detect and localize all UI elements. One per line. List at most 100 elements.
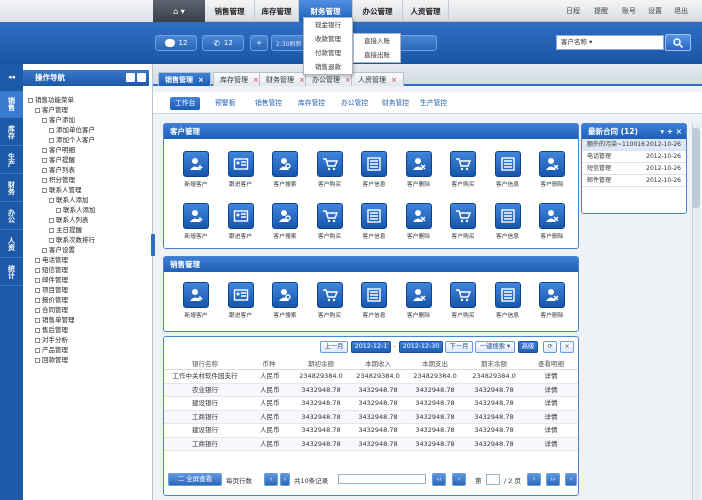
top-link[interactable]: 日程	[566, 0, 580, 22]
module-shortcut[interactable]: 客户信息	[486, 151, 530, 188]
column-header[interactable]: 银行名称	[164, 358, 246, 369]
subtab[interactable]: 办公管控	[341, 97, 368, 110]
topnav-item[interactable]: 库存管理	[255, 0, 299, 22]
rows-per-page-next[interactable]: ›	[280, 473, 290, 486]
rail-item[interactable]: 库存	[0, 119, 23, 146]
module-shortcut[interactable]: 客户信息	[352, 282, 396, 319]
module-shortcut[interactable]: 客户信息	[352, 151, 396, 188]
expand-icon[interactable]	[35, 307, 40, 313]
subtab[interactable]: 工作台	[170, 97, 201, 110]
module-shortcut[interactable]: 跟进客户	[219, 203, 263, 240]
tree-item[interactable]: 项目管理	[28, 285, 150, 295]
topnav-item[interactable]: 办公管理	[353, 0, 403, 22]
top-link[interactable]: 账号	[622, 0, 636, 22]
module-shortcut[interactable]: 客户信息	[352, 203, 396, 240]
column-header[interactable]: 本期收入	[350, 358, 406, 369]
tree-item[interactable]: 客户列表	[28, 165, 150, 175]
tree-item[interactable]: 联系人添加	[28, 205, 150, 215]
tree-item[interactable]: 售后管理	[28, 325, 150, 335]
tab-close-icon[interactable]: ×	[391, 76, 397, 84]
top-link[interactable]: 设置	[648, 0, 662, 22]
rail-item[interactable]: 财务	[0, 175, 23, 202]
end-date-input[interactable]: 2012-12-30	[399, 341, 443, 353]
tree-item[interactable]: 联系人管理	[28, 185, 150, 195]
tree-item[interactable]: 邮件管理	[28, 275, 150, 285]
dropdown-item[interactable]: 收款管理	[304, 32, 352, 46]
next-page-button[interactable]: ›	[527, 473, 541, 486]
sidebar-collapse-handle[interactable]	[151, 234, 155, 256]
rail-item[interactable]: 人资	[0, 231, 23, 258]
tab-close-icon[interactable]: ×	[253, 76, 259, 84]
table-row[interactable]: 建设银行 人民币 3432948.78 3432948.78 3432948.78 343…	[164, 424, 578, 438]
module-shortcut[interactable]: 客户购买	[308, 203, 352, 240]
expand-icon[interactable]	[42, 117, 47, 123]
tree-item[interactable]: 客户明细	[28, 145, 150, 155]
quick-search-select[interactable]: 一键搜索 ▾	[475, 341, 515, 353]
tree-item[interactable]: 销售单管理	[28, 315, 150, 325]
module-shortcut[interactable]: 客户删除	[397, 282, 441, 319]
table-row[interactable]: 建设银行 人民币 3432948.78 3432948.78 3432948.78 343…	[164, 397, 578, 411]
contract-row[interactable]: 电话管理 2012-10-26	[582, 151, 686, 163]
rail-item[interactable]: 办公	[0, 203, 23, 230]
tree-item[interactable]: 合同管理	[28, 305, 150, 315]
expand-icon[interactable]	[35, 287, 40, 293]
dropdown-icon[interactable]: ▾	[660, 127, 664, 136]
column-header[interactable]: 查看明细	[524, 358, 578, 369]
tab-4[interactable]: 人资管理 ×	[351, 72, 404, 86]
messages-button[interactable]: 12	[155, 35, 197, 51]
detail-link[interactable]: 详情	[524, 424, 578, 437]
module-shortcut[interactable]: 客户购买	[308, 151, 352, 188]
module-shortcut[interactable]: 客户购买	[441, 282, 485, 319]
expand-icon[interactable]	[35, 317, 40, 323]
go-page-button[interactable]: ›	[565, 473, 577, 486]
column-header[interactable]: 币种	[246, 358, 292, 369]
module-shortcut[interactable]: 客户删除	[530, 203, 574, 240]
refresh-button[interactable]: ⟳	[543, 341, 557, 353]
expand-icon[interactable]	[49, 127, 54, 133]
tree-item[interactable]: 回款管理	[28, 355, 150, 365]
expand-icon[interactable]	[35, 257, 40, 263]
column-header[interactable]: 期末余额	[464, 358, 524, 369]
expand-icon[interactable]	[28, 97, 33, 103]
subdropdown-item[interactable]: 直接入账	[354, 34, 400, 48]
detail-link[interactable]: 详情	[524, 397, 578, 410]
detail-link[interactable]: 详情	[524, 438, 578, 451]
view-all-button[interactable]: 二 全屏查看	[168, 473, 222, 486]
table-row[interactable]: 工商银行 人民币 3432948.78 3432948.78 3432948.78 343…	[164, 437, 578, 451]
module-shortcut[interactable]: 客户购买	[441, 203, 485, 240]
prev-page-button[interactable]: ‹	[452, 473, 466, 486]
tree-item[interactable]: 联系人添加	[28, 195, 150, 205]
tree-item[interactable]: 添加单位客户	[28, 125, 150, 135]
module-shortcut[interactable]: 客户信息	[486, 282, 530, 319]
module-shortcut[interactable]: 客户删除	[397, 151, 441, 188]
module-shortcut[interactable]: 新增客户	[174, 203, 218, 240]
module-shortcut[interactable]: 客户搜索	[263, 203, 307, 240]
module-shortcut[interactable]: 客户搜索	[263, 151, 307, 188]
pin-icon[interactable]	[126, 73, 135, 82]
column-header[interactable]: 期初余额	[292, 358, 350, 369]
calls-button[interactable]: ✆ 12	[202, 35, 244, 51]
module-shortcut[interactable]: 新增客户	[174, 151, 218, 188]
tree-item[interactable]: 客户设置	[28, 245, 150, 255]
expand-icon[interactable]	[49, 197, 54, 203]
dropdown-item[interactable]: 现金银行	[304, 18, 352, 32]
module-shortcut[interactable]: 新增客户	[174, 282, 218, 319]
close-icon[interactable]: ×	[676, 127, 682, 136]
add-icon[interactable]: +	[667, 127, 673, 136]
tree-item[interactable]: 联系人列表	[28, 215, 150, 225]
tree-item[interactable]: 电话管理	[28, 255, 150, 265]
home-button[interactable]: ⌂ ▾	[153, 0, 205, 22]
search-input[interactable]: 客户名称 ▾	[556, 35, 664, 50]
table-row[interactable]: 工商银行 人民币 3432948.78 3432948.78 3432948.78 343…	[164, 410, 578, 424]
detail-link[interactable]: 详情	[524, 411, 578, 424]
table-row[interactable]: 农业银行 人民币 3432948.78 3432948.78 3432948.78 343…	[164, 383, 578, 397]
module-shortcut[interactable]: 客户删除	[397, 203, 441, 240]
page-input[interactable]	[486, 474, 500, 485]
column-header[interactable]: 本期支出	[406, 358, 464, 369]
close-icon[interactable]	[137, 73, 146, 82]
start-date-input[interactable]: 2012-12-1	[351, 341, 391, 353]
expand-icon[interactable]	[42, 147, 47, 153]
topnav-item[interactable]: 销售管理	[205, 0, 255, 22]
contract-row[interactable]: 额外的污染~110016 2012-10-26	[582, 139, 686, 151]
collapse-rail-button[interactable]: ◂◂	[0, 70, 23, 84]
